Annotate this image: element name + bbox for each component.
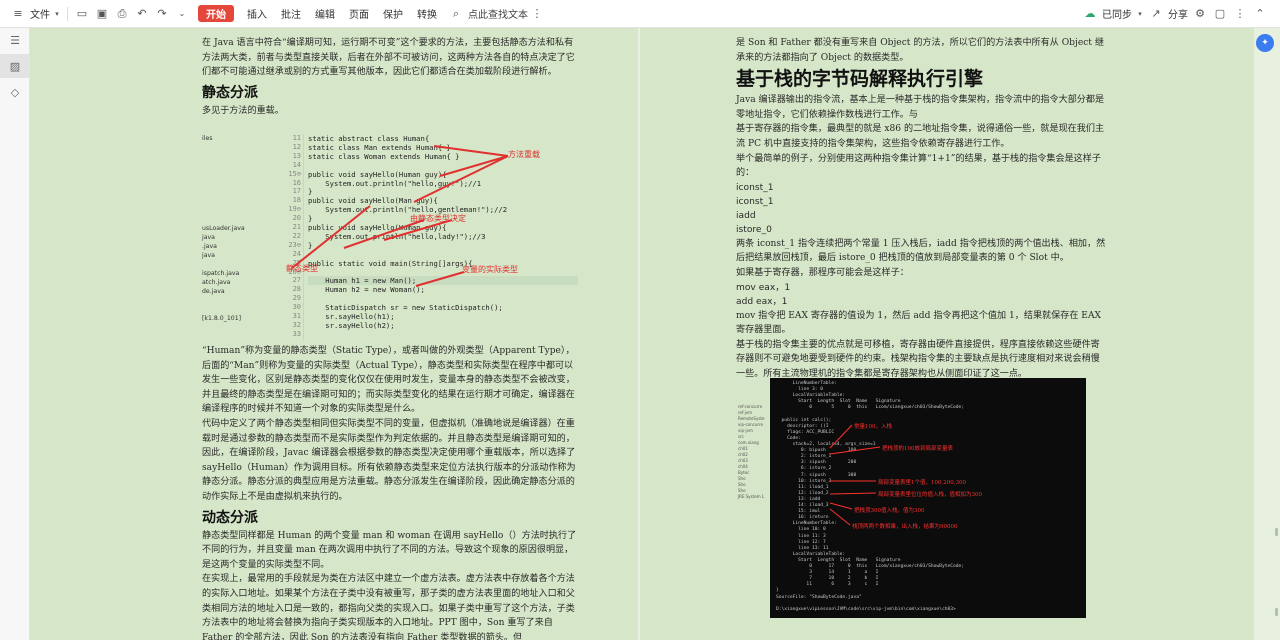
- right-sidebar: [1254, 28, 1280, 640]
- paragraph: 举个最简单的例子，分别使用这两种指令集计算“1+1”的结果，基于栈的指令集会是这…: [736, 153, 1101, 179]
- outline-icon[interactable]: ☰: [0, 28, 30, 52]
- heading-stack-engine: 基于栈的字节码解释执行引擎: [736, 68, 984, 91]
- stack-code-block: iconst_1 iconst_1 iadd istore_0: [736, 181, 1108, 237]
- more-chevron-icon[interactable]: ⌄: [174, 6, 190, 22]
- toolbar: ≡ 文件 ▾ ▭ ▣ ⎙ ↶ ↷ ⌄ 开始 插入 批注 编辑 页面 保护 转换 …: [0, 0, 1280, 28]
- annotation-static-decide: 由静态类型决定: [410, 214, 466, 223]
- bookmark-icon[interactable]: ◇: [0, 80, 30, 104]
- tab-page[interactable]: 页面: [342, 4, 376, 24]
- tab-convert[interactable]: 转换: [410, 4, 444, 24]
- search-find-text[interactable]: 点此查找文本: [466, 4, 535, 24]
- comment-icon[interactable]: ▢: [1212, 6, 1228, 22]
- tab-start[interactable]: 开始: [198, 5, 234, 22]
- paragraph: 基于栈的指令集主要的优点就是可移植，寄存器由硬件直接提供，程序直接依赖这些硬件寄…: [736, 339, 1100, 379]
- paragraph: “Human”称为变量的静态类型（Static Type），或者叫做的外观类型（…: [202, 346, 575, 415]
- annotation-static-type: 静态类型: [286, 264, 318, 273]
- save-icon[interactable]: ▣: [94, 6, 110, 22]
- code-line: istore_0: [736, 224, 772, 235]
- paragraph: 两条 iconst_1 指令连续把两个常量 1 压入栈后，iadd 指令把栈顶的…: [736, 238, 1106, 264]
- share-icon[interactable]: ↗: [1148, 6, 1164, 22]
- tree-item: JRE System L: [738, 494, 765, 499]
- more-options-icon[interactable]: ⋮: [1232, 6, 1248, 22]
- paragraph: mov 指令把 EAX 寄存器的值设为 1，然后 add 指令再把这个值加 1，…: [736, 310, 1101, 336]
- tab-insert[interactable]: 插入: [240, 4, 274, 24]
- paragraph: 多见于方法的重载。: [202, 105, 284, 116]
- heading-static-dispatch: 静态分派: [202, 84, 258, 101]
- assistant-icon[interactable]: ✦: [1256, 34, 1274, 52]
- toolbar-divider: [67, 6, 68, 21]
- code-line: iadd: [736, 210, 756, 221]
- code-line: add eax，1: [736, 296, 788, 307]
- left-sidebar: ☰ ▨ ◇: [0, 28, 30, 640]
- annotation-overload: 方法重载: [508, 150, 540, 159]
- paragraph: 如果基于寄存器，那程序可能会是这样子：: [736, 267, 909, 278]
- redo-icon[interactable]: ↷: [154, 6, 170, 22]
- left-page-body: “Human”称为变量的静态类型（Static Type），或者叫做的外观类型（…: [202, 344, 578, 640]
- console-arrows: [829, 424, 881, 526]
- paragraph: 静态类型同样都是 Human 的两个变量 man 和 woman 在调用 say…: [202, 530, 577, 570]
- search-icon[interactable]: ⌕: [448, 6, 464, 22]
- code-line: iconst_1: [736, 182, 774, 193]
- page-divider: [638, 28, 640, 640]
- paragraph: 在 Java 语言中符合“编译期可知，运行期不可变”这个要求的方法，主要包括静态…: [202, 38, 575, 78]
- paragraph: Java 编译器输出的指令流，基本上是一种基于栈的指令集架构，指令流中的指令大部…: [736, 95, 1105, 120]
- chevron-down-icon[interactable]: ▾: [1136, 6, 1144, 22]
- register-code-block: mov eax，1 add eax，1: [736, 281, 1108, 309]
- share-button[interactable]: 分享: [1166, 4, 1190, 24]
- settings-icon[interactable]: ⚙: [1192, 6, 1208, 22]
- right-page-body: 是 Son 和 Father 都没有重写来自 Object 的方法，所以它们的方…: [736, 36, 1108, 382]
- collapse-icon[interactable]: ⌃: [1252, 6, 1268, 22]
- console-screenshot-figure: LineNumberTable: line 3: 0 LocalVariable…: [770, 378, 1086, 618]
- thumbnail-icon[interactable]: ▨: [0, 54, 30, 78]
- tab-edit[interactable]: 编辑: [308, 4, 342, 24]
- menu-icon[interactable]: ≡: [10, 6, 26, 22]
- code-screenshot-figure: iles usLoader.java java .java java ispatch.ja…: [202, 134, 578, 340]
- print-icon[interactable]: ⎙: [114, 6, 130, 22]
- undo-icon[interactable]: ↶: [134, 6, 150, 22]
- open-folder-icon[interactable]: ▭: [74, 6, 90, 22]
- sync-status[interactable]: 已同步: [1100, 4, 1134, 24]
- code-line: iconst_1: [736, 196, 774, 207]
- paragraph: 基于寄存器的指令集，最典型的就是 x86 的二地址指令集，说得通俗一些，就是现在…: [736, 124, 1105, 149]
- paragraph: 在实现上，最常用的手段就是为类在方法区中建立一个虚方法表。虚方法表中存放着各个方…: [202, 574, 575, 640]
- paragraph: 是 Son 和 Father 都没有重写来自 Object 的方法，所以它们的方…: [736, 38, 1104, 63]
- ide-project-tree: ref-concurre ref-jvm RemoteSyste vip-concur…: [738, 404, 770, 516]
- heading-dynamic-dispatch: 动态分派: [202, 509, 258, 526]
- scroll-marker[interactable]: [1275, 528, 1278, 536]
- paragraph: 代码中定义了两个静态类型相同但实际类型不同的变量，但虚拟机（准确地说是编译器）在…: [202, 418, 576, 502]
- more-options-icon[interactable]: ⋮: [529, 6, 545, 22]
- tab-annotate[interactable]: 批注: [274, 4, 308, 24]
- annotation-arrows: [291, 145, 509, 287]
- code-line: mov eax，1: [736, 282, 791, 293]
- chevron-down-icon[interactable]: ▾: [53, 6, 61, 22]
- left-page-top: 在 Java 语言中符合“编译期可知，运行期不可变”这个要求的方法，主要包括静态…: [202, 36, 578, 118]
- annotation-actual-type: 变量的实际类型: [462, 265, 518, 274]
- tab-protect[interactable]: 保护: [376, 4, 410, 24]
- cloud-sync-icon[interactable]: ☁: [1082, 6, 1098, 22]
- scroll-marker[interactable]: [1275, 608, 1278, 616]
